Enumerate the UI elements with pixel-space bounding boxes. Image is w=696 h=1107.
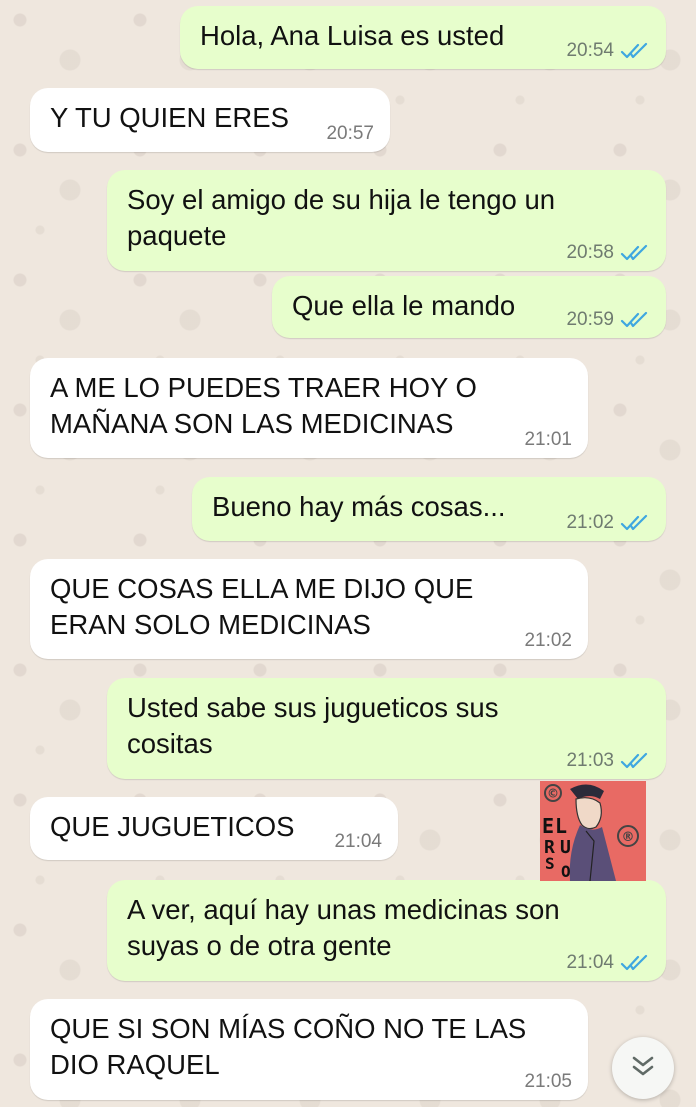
watermark-registered: ® [622,830,635,845]
message-text: Usted sabe sus jugueticos sus cositas [127,692,499,759]
watermark-letter: O [561,862,571,881]
message-bubble-outgoing[interactable]: Que ella le mando 20:59 [272,276,666,338]
message-bubble-incoming[interactable]: A ME LO PUEDES TRAER HOY O MAÑANA SON LA… [30,358,588,458]
message-time: 21:01 [524,429,572,450]
chevron-double-down-icon [630,1055,656,1082]
message-bubble-incoming[interactable]: Y TU QUIEN ERES 20:57 [30,88,390,152]
message-time: 20:54 [566,40,614,61]
watermark-letter: U [560,837,571,858]
message-text: Hola, Ana Luisa es usted [200,20,505,51]
message-text: A ME LO PUEDES TRAER HOY O MAÑANA SON LA… [50,372,477,439]
message-bubble-outgoing[interactable]: Usted sabe sus jugueticos sus cositas 21… [107,678,666,779]
double-check-icon [620,311,650,329]
message-time: 20:59 [566,309,614,330]
message-bubble-incoming[interactable]: QUE COSAS ELLA ME DIJO QUE ERAN SOLO MED… [30,559,588,659]
double-check-icon [620,244,650,262]
message-text: Bueno hay más cosas... [212,491,506,522]
message-time: 21:02 [524,630,572,651]
double-check-icon [620,42,650,60]
message-text: QUE JUGUETICOS [50,811,295,842]
message-text: A ver, aquí hay unas medicinas son suyas… [127,894,560,961]
message-text: QUE COSAS ELLA ME DIJO QUE ERAN SOLO MED… [50,573,474,640]
message-text: Que ella le mando [292,290,516,321]
message-time: 21:03 [566,750,614,771]
message-text: Soy el amigo de su hija le tengo un paqu… [127,184,556,251]
double-check-icon [620,752,650,770]
message-time: 21:04 [566,952,614,973]
watermark-letter: L [555,814,567,838]
message-time: 20:57 [326,123,374,144]
message-time: 21:04 [334,831,382,852]
message-text: Y TU QUIEN ERES [50,102,289,133]
message-text: QUE SI SON MÍAS COÑO NO TE LAS DIO RAQUE… [50,1013,527,1080]
double-check-icon [620,514,650,532]
watermark-copyright: © [547,787,559,801]
watermark-letter: S [545,854,555,873]
message-time: 21:05 [524,1071,572,1092]
watermark-logo: © ® E L R U S O [540,781,646,881]
message-bubble-outgoing[interactable]: Hola, Ana Luisa es usted 20:54 [180,6,666,69]
message-bubble-incoming[interactable]: QUE JUGUETICOS 21:04 [30,797,398,860]
scroll-to-bottom-button[interactable] [612,1037,674,1099]
message-time: 21:02 [566,512,614,533]
message-bubble-incoming[interactable]: QUE SI SON MÍAS COÑO NO TE LAS DIO RAQUE… [30,999,588,1100]
double-check-icon [620,954,650,972]
watermark-letter: E [542,814,554,838]
message-bubble-outgoing[interactable]: A ver, aquí hay unas medicinas son suyas… [107,880,666,981]
message-time: 20:58 [566,242,614,263]
message-bubble-outgoing[interactable]: Soy el amigo de su hija le tengo un paqu… [107,170,666,271]
message-bubble-outgoing[interactable]: Bueno hay más cosas... 21:02 [192,477,666,541]
